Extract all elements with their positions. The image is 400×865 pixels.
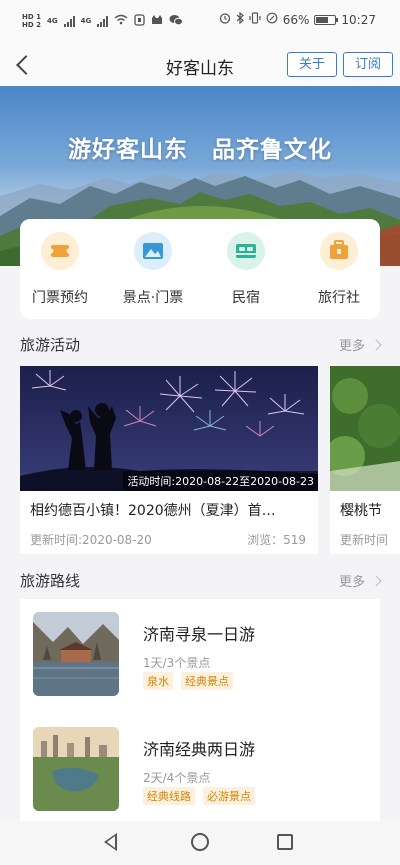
route-tags: 泉水 经典景点	[143, 672, 233, 690]
system-nav-bar	[0, 821, 400, 865]
ticket-icon	[41, 232, 79, 270]
quick-nav-scenic-tickets[interactable]: 景点·门票	[113, 219, 193, 319]
battery-level-fill	[316, 16, 329, 23]
nav-bar: 好客山东 关于 订阅	[0, 44, 400, 86]
bed-icon	[227, 232, 265, 270]
activity-card[interactable]: 樱桃节 更新时间	[330, 366, 400, 554]
rotation-icon	[266, 12, 278, 27]
wifi-icon	[114, 14, 128, 28]
activity-time-badge: 活动时间:2020-08-22至2020-08-23	[123, 471, 318, 491]
subscribe-button[interactable]: 订阅	[343, 52, 393, 77]
quick-nav-label: 旅行社	[318, 290, 360, 306]
page-title: 好客山东	[166, 59, 234, 79]
bluetooth-icon	[236, 11, 244, 27]
fireworks-image: 活动时间:2020-08-22至2020-08-23	[20, 366, 318, 491]
chevron-right-icon	[370, 574, 382, 587]
luggage-icon	[320, 232, 358, 270]
activity-views: 浏览：519	[247, 533, 306, 547]
route-meta: 2天/4个景点	[143, 771, 211, 785]
routes-header: 旅游路线 更多	[0, 564, 400, 594]
activities-header: 旅游活动 更多	[0, 328, 400, 358]
back-triangle-icon[interactable]	[104, 833, 117, 851]
status-bar: HD 1 HD 2 4G 4G 66% 10:27	[0, 0, 400, 44]
route-item[interactable]: 济南寻泉一日游 1天/3个景点 泉水 经典景点	[20, 599, 380, 719]
activity-updated: 更新时间	[340, 533, 389, 547]
activity-updated: 更新时间:2020-08-20	[30, 533, 152, 547]
route-tag: 必游景点	[203, 787, 255, 805]
route-tag: 泉水	[143, 672, 173, 690]
route-tag: 经典线路	[143, 787, 195, 805]
route-tags: 经典线路 必游景点	[143, 787, 255, 805]
signal1-label: 4G	[46, 17, 58, 25]
more-label: 更多	[338, 339, 365, 354]
quick-nav-ticket-booking[interactable]: 门票预约	[20, 219, 100, 319]
mountain-icon	[134, 232, 172, 270]
signal1-icon	[63, 15, 75, 27]
route-thumbnail	[33, 612, 119, 696]
activities-more-link[interactable]: 更多	[338, 335, 382, 354]
alarm-icon	[219, 12, 231, 27]
cat-icon	[151, 14, 163, 29]
sim-cards: HD 1 HD 2	[22, 13, 41, 29]
route-item[interactable]: 济南经典两日游 2天/4个景点 经典线路 必游景点	[20, 714, 380, 822]
chevron-right-icon	[370, 338, 382, 351]
sim1-label: HD 1	[22, 13, 41, 21]
banner-slogan: 游好客山东 品齐鲁文化	[68, 137, 332, 163]
recent-square-icon[interactable]	[277, 834, 293, 850]
quick-nav-label: 民宿	[232, 290, 260, 306]
vibrate-icon	[249, 12, 261, 27]
cherry-image	[330, 366, 400, 491]
battery-percent: 66%	[282, 12, 310, 27]
activity-card[interactable]: 活动时间:2020-08-22至2020-08-23 相约德百小镇！2020德州…	[20, 366, 318, 554]
status-right: 66% 10:27	[219, 11, 376, 27]
more-label: 更多	[338, 575, 365, 590]
activity-title: 相约德百小镇！2020德州（夏津）首…	[30, 503, 276, 519]
battery-icon	[314, 14, 339, 25]
quick-nav-travel-agency[interactable]: 旅行社	[299, 219, 379, 319]
about-button[interactable]: 关于	[287, 52, 337, 77]
wechat-icon	[169, 14, 184, 29]
routes-title: 旅游路线	[20, 572, 81, 590]
quick-nav-label: 门票预约	[32, 290, 88, 306]
clock: 10:27	[341, 12, 376, 27]
home-circle-icon[interactable]	[191, 833, 209, 851]
route-name: 济南经典两日游	[143, 740, 256, 759]
sim2-label: HD 2	[22, 21, 41, 29]
status-left: HD 1 HD 2 4G 4G	[22, 13, 184, 29]
activities-title: 旅游活动	[20, 336, 81, 354]
routes-more-link[interactable]: 更多	[338, 571, 382, 590]
route-name: 济南寻泉一日游	[143, 625, 256, 644]
quick-nav-card: 门票预约 景点·门票 民宿 旅行社	[20, 219, 380, 319]
route-meta: 1天/3个景点	[143, 656, 211, 670]
quick-nav-label: 景点·门票	[122, 290, 184, 306]
route-thumbnail	[33, 727, 119, 811]
route-tag: 经典景点	[181, 672, 233, 690]
activity-title: 樱桃节	[340, 503, 382, 519]
usb-icon	[134, 13, 145, 29]
signal2-icon	[97, 15, 109, 27]
quick-nav-homestay[interactable]: 民宿	[206, 219, 286, 319]
signal2-label: 4G	[80, 17, 92, 25]
